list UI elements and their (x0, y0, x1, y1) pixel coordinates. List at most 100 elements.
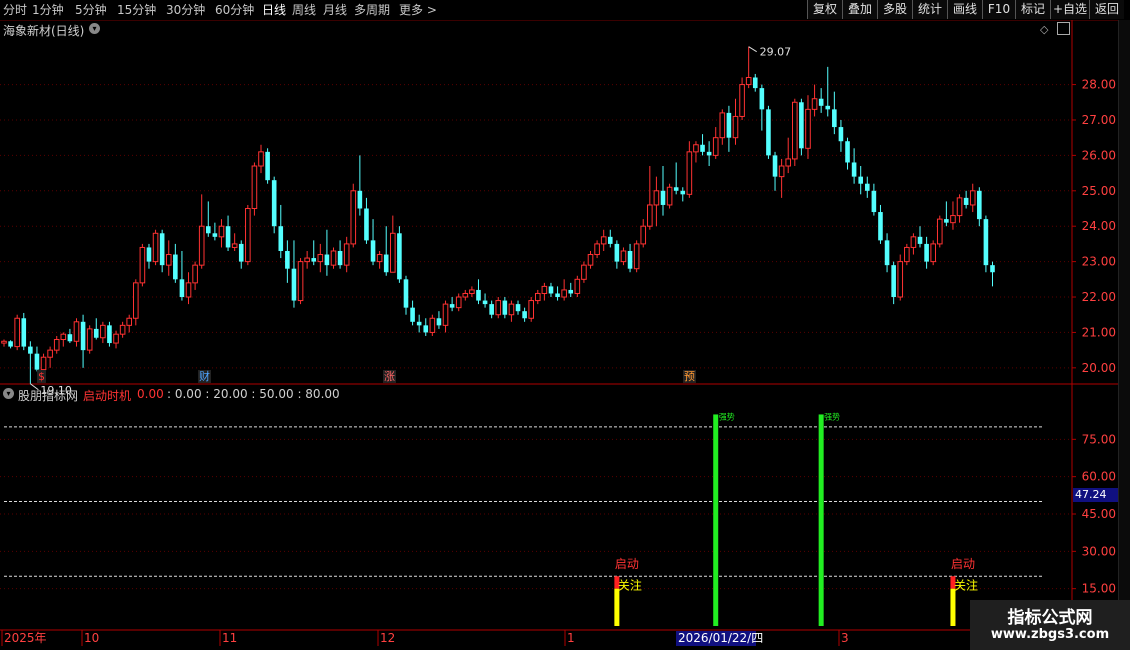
indicator-value: 0.00 (137, 387, 164, 401)
candle-body (139, 246, 146, 284)
candle-body (620, 250, 627, 263)
candle-body (343, 243, 350, 266)
candle-body (745, 76, 752, 86)
candle-body (218, 225, 225, 238)
watermark-url: www.zbgs3.com (990, 627, 1110, 642)
indicator-bars: 强势 强势启动关注 启动关注 (614, 411, 978, 626)
candle-body (878, 212, 883, 241)
candle-body (891, 265, 896, 298)
event-marker-3[interactable]: 预 (683, 370, 696, 383)
candle-body (594, 243, 600, 256)
event-marker-1[interactable]: 财 (198, 370, 211, 383)
candle-body (311, 258, 317, 262)
candle-body (884, 240, 890, 266)
candle-body (845, 141, 850, 163)
candle-body (179, 279, 185, 298)
candle-body (936, 218, 943, 245)
event-marker-2[interactable]: 涨 (383, 370, 396, 383)
candle-body (364, 208, 369, 241)
current-value-tag: 47.24 (1073, 488, 1120, 502)
chart-canvas: 29.0719.10 20.00 21.00 22.00 23.00 24.00 25.0… (0, 20, 1118, 646)
candle-body (778, 165, 785, 178)
stock-dropdown-icon[interactable]: ▾ (89, 23, 100, 34)
candle-body (34, 353, 40, 370)
candle-body (416, 321, 422, 326)
time-label-5: 3 (841, 631, 849, 645)
right-scrollbar[interactable] (1118, 20, 1130, 605)
candle-body (80, 321, 86, 351)
candle-body (502, 300, 508, 315)
watermark-logo: 指标公式网 www.zbgs3.com (970, 600, 1130, 650)
candle-body (285, 250, 290, 269)
guanzhu-bar (950, 588, 956, 626)
candle-body (212, 233, 218, 237)
strong-bar-label: 强势 (824, 411, 840, 421)
candle-body (811, 98, 818, 110)
candle-body (739, 84, 745, 117)
candle-body (271, 180, 277, 227)
candle-body (397, 233, 402, 280)
candle-body (614, 243, 620, 262)
guanzhu-bar (614, 588, 620, 626)
candle-body (436, 318, 442, 326)
candle-body (719, 112, 726, 139)
candle-body (205, 226, 211, 234)
window-icon[interactable] (1057, 22, 1070, 35)
candle-body (805, 108, 811, 149)
candle-body (832, 109, 837, 128)
candle-body (297, 261, 304, 302)
candle-body (495, 300, 502, 316)
candle-body (14, 317, 20, 348)
indicator-axis: 15.00 30.00 45.00 60.00 75.00 (1072, 432, 1116, 596)
candle-body (752, 77, 758, 89)
candle-body (574, 278, 581, 294)
candle-body (442, 303, 449, 326)
candle-body (152, 232, 159, 263)
price-tick-label: 21.00 (1082, 325, 1116, 339)
high-price-label: 29.07 (760, 46, 792, 59)
candle-body (522, 311, 527, 319)
candle-body (977, 190, 982, 220)
candle-body (858, 176, 863, 184)
time-label-3: 12 (380, 631, 395, 645)
indicator-dropdown-icon[interactable]: ▾ (3, 388, 14, 399)
stock-title: 海象新材(日线) (3, 24, 85, 38)
candle-body (660, 190, 666, 205)
candle-body (600, 236, 607, 245)
indicator-grid (0, 426, 1072, 590)
candle-body (700, 144, 705, 152)
candle-body (534, 292, 541, 302)
candle-body (28, 346, 33, 354)
time-label-0: 2025年 (4, 631, 47, 645)
candle-body (376, 254, 383, 263)
candle-body (60, 333, 67, 341)
candle-body (265, 151, 270, 181)
candle-body (673, 187, 679, 191)
candle-body (825, 105, 831, 110)
candle-body (317, 254, 324, 263)
candle-body (706, 151, 712, 156)
candle-body (944, 219, 949, 223)
price-tick-label: 27.00 (1082, 113, 1116, 127)
guanzhu-label: 关注 (954, 578, 978, 593)
candle-body (568, 289, 574, 294)
candle-body (799, 102, 804, 149)
candle-body (772, 155, 778, 177)
candle-body (969, 190, 976, 206)
candle-body (785, 158, 792, 167)
candle-body (482, 300, 488, 305)
indicator-title[interactable]: 股朋指标网 (18, 387, 78, 404)
candle-body (410, 307, 415, 322)
pin-icon[interactable]: ◇ (1040, 23, 1048, 36)
event-marker-0[interactable]: $ (37, 370, 46, 383)
candle-body (350, 190, 357, 245)
candle-body (47, 349, 53, 358)
candle-body (515, 304, 521, 312)
candle-body (766, 109, 771, 156)
candle-body (159, 233, 165, 266)
candle-body (1, 340, 7, 344)
candle-body (897, 261, 904, 298)
candle-body (330, 250, 337, 266)
candle-body (86, 328, 93, 351)
candle-body (818, 98, 824, 106)
